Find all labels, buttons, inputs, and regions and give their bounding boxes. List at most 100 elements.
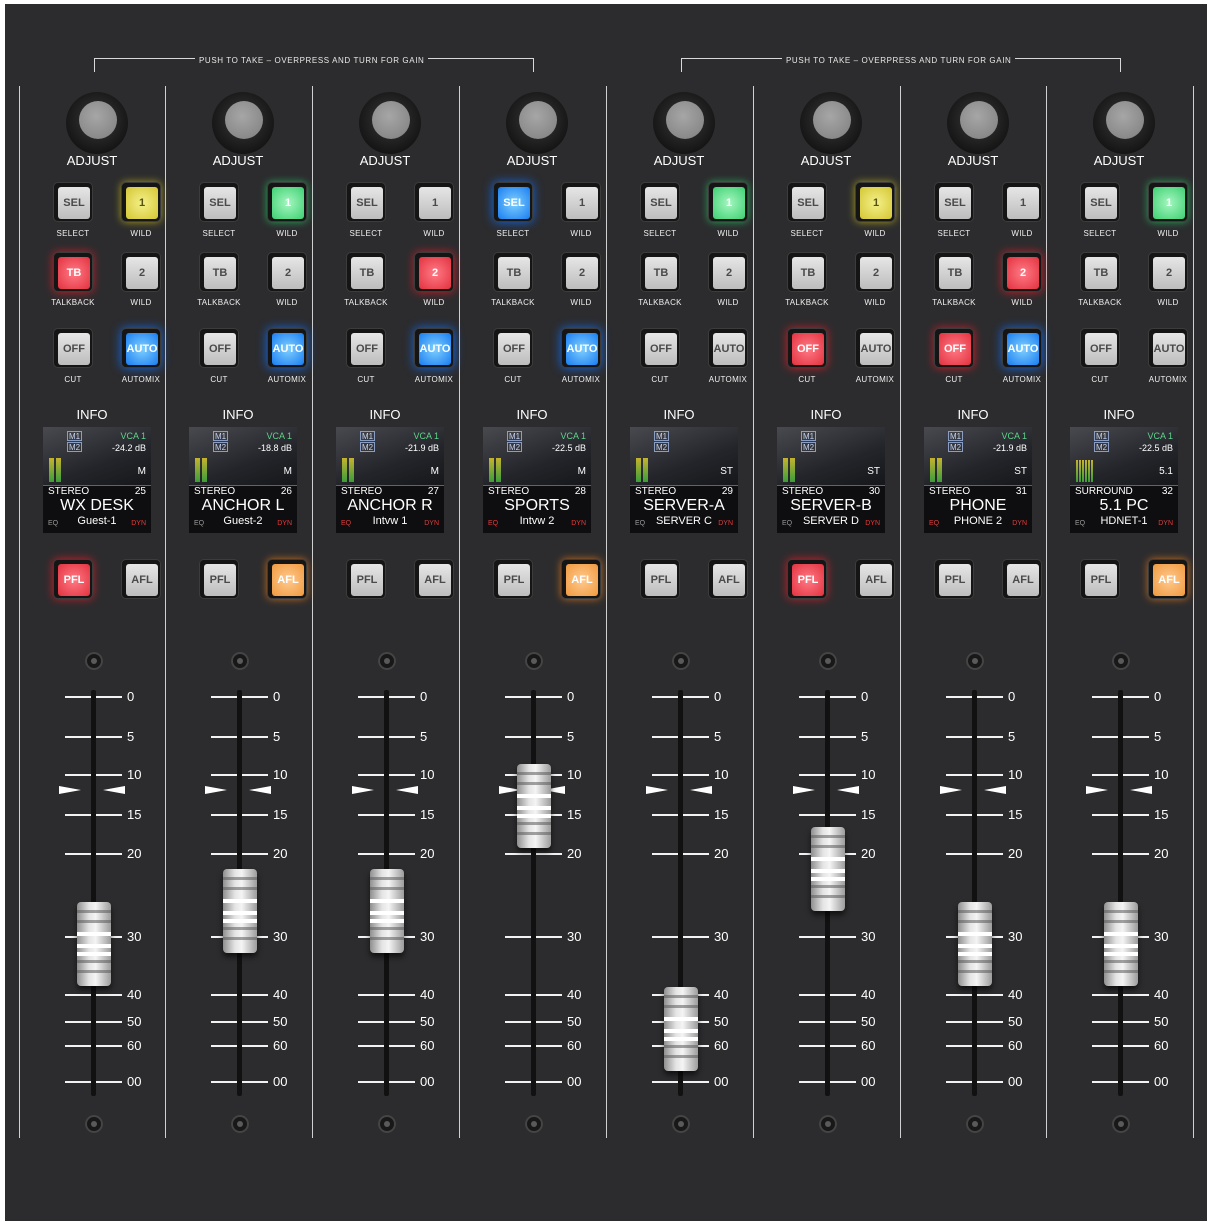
adjust-knob[interactable] bbox=[1093, 92, 1155, 154]
pfl-button[interactable]: PFL bbox=[640, 559, 680, 599]
automix-button[interactable]: AUTO bbox=[1002, 328, 1042, 368]
automix-button[interactable]: AUTO bbox=[121, 328, 161, 368]
cut-caption: CUT bbox=[651, 375, 669, 384]
sel-button[interactable]: SEL bbox=[493, 182, 533, 222]
pfl-button[interactable]: PFL bbox=[199, 559, 239, 599]
fader-knob[interactable] bbox=[811, 827, 845, 911]
pfl-button[interactable]: PFL bbox=[53, 559, 93, 599]
automix-button[interactable]: AUTO bbox=[414, 328, 454, 368]
fader-knob[interactable] bbox=[77, 902, 111, 986]
scale-label: 50 bbox=[127, 1014, 142, 1029]
wild-1-button[interactable]: 1 bbox=[561, 182, 601, 222]
adjust-knob[interactable] bbox=[66, 92, 128, 154]
wild-2-button[interactable]: 2 bbox=[1002, 252, 1042, 292]
talkback-button[interactable]: TB bbox=[346, 252, 386, 292]
talkback-button[interactable]: TB bbox=[1080, 252, 1120, 292]
scale-label: 10 bbox=[567, 767, 582, 782]
fader-ridge bbox=[77, 920, 111, 923]
cut-button[interactable]: OFF bbox=[493, 328, 533, 368]
afl-button[interactable]: AFL bbox=[1002, 559, 1042, 599]
wild-1-button[interactable]: 1 bbox=[1148, 182, 1188, 222]
wild-1-button[interactable]: 1 bbox=[121, 182, 161, 222]
sel-button[interactable]: SEL bbox=[640, 182, 680, 222]
wild-caption: WILD bbox=[423, 298, 445, 307]
top-screw bbox=[966, 652, 984, 670]
wild-caption: WILD bbox=[717, 229, 739, 238]
sel-button[interactable]: SEL bbox=[934, 182, 974, 222]
fader-knob[interactable] bbox=[370, 869, 404, 953]
pfl-button[interactable]: PFL bbox=[346, 559, 386, 599]
wild-1-button[interactable]: 1 bbox=[267, 182, 307, 222]
wild-2-button[interactable]: 2 bbox=[708, 252, 748, 292]
select-caption: SELECT bbox=[496, 229, 530, 238]
scale-label: 10 bbox=[714, 767, 729, 782]
wild-1-button[interactable]: 1 bbox=[708, 182, 748, 222]
automix-button[interactable]: AUTO bbox=[561, 328, 601, 368]
adjust-knob[interactable] bbox=[212, 92, 274, 154]
scale-tick bbox=[830, 774, 856, 776]
wild-2-button[interactable]: 2 bbox=[561, 252, 601, 292]
pfl-button[interactable]: PFL bbox=[934, 559, 974, 599]
automix-button[interactable]: AUTO bbox=[708, 328, 748, 368]
automix-button[interactable]: AUTO bbox=[267, 328, 307, 368]
fader-knob[interactable] bbox=[223, 869, 257, 953]
pfl-button[interactable]: PFL bbox=[787, 559, 827, 599]
adjust-knob[interactable] bbox=[947, 92, 1009, 154]
adjust-knob[interactable] bbox=[359, 92, 421, 154]
automix-button[interactable]: AUTO bbox=[855, 328, 895, 368]
talkback-button[interactable]: TB bbox=[53, 252, 93, 292]
scale-tick bbox=[946, 1021, 972, 1023]
automix-button[interactable]: AUTO bbox=[1148, 328, 1188, 368]
cut-button[interactable]: OFF bbox=[640, 328, 680, 368]
afl-button[interactable]: AFL bbox=[708, 559, 748, 599]
afl-button[interactable]: AFL bbox=[855, 559, 895, 599]
sel-button[interactable]: SEL bbox=[1080, 182, 1120, 222]
wild-2-button[interactable]: 2 bbox=[414, 252, 454, 292]
scale-tick bbox=[96, 774, 122, 776]
wild-2-button-face: 2 bbox=[713, 257, 745, 289]
wild-2-button[interactable]: 2 bbox=[1148, 252, 1188, 292]
wild-2-button[interactable]: 2 bbox=[121, 252, 161, 292]
adjust-knob[interactable] bbox=[653, 92, 715, 154]
talkback-button[interactable]: TB bbox=[787, 252, 827, 292]
cut-button[interactable]: OFF bbox=[53, 328, 93, 368]
scale-label: 50 bbox=[273, 1014, 288, 1029]
cut-button[interactable]: OFF bbox=[1080, 328, 1120, 368]
cut-button[interactable]: OFF bbox=[787, 328, 827, 368]
sel-button[interactable]: SEL bbox=[53, 182, 93, 222]
talkback-button-face: TB bbox=[645, 257, 677, 289]
adjust-knob[interactable] bbox=[506, 92, 568, 154]
sel-button[interactable]: SEL bbox=[787, 182, 827, 222]
fader-knob[interactable] bbox=[1104, 902, 1138, 986]
cut-button[interactable]: OFF bbox=[346, 328, 386, 368]
vca-label: VCA 1 bbox=[560, 431, 586, 441]
pfl-button[interactable]: PFL bbox=[493, 559, 533, 599]
channel-number: 28 bbox=[574, 486, 586, 497]
fader-highlight bbox=[223, 899, 257, 903]
sel-button[interactable]: SEL bbox=[346, 182, 386, 222]
cut-button[interactable]: OFF bbox=[199, 328, 239, 368]
afl-button[interactable]: AFL bbox=[561, 559, 601, 599]
wild-2-button[interactable]: 2 bbox=[855, 252, 895, 292]
afl-button[interactable]: AFL bbox=[1148, 559, 1188, 599]
wild-2-button[interactable]: 2 bbox=[267, 252, 307, 292]
wild-1-button[interactable]: 1 bbox=[414, 182, 454, 222]
wild-1-button[interactable]: 1 bbox=[855, 182, 895, 222]
afl-button[interactable]: AFL bbox=[121, 559, 161, 599]
sel-button[interactable]: SEL bbox=[199, 182, 239, 222]
talkback-button[interactable]: TB bbox=[199, 252, 239, 292]
pfl-button[interactable]: PFL bbox=[1080, 559, 1120, 599]
fader-knob[interactable] bbox=[958, 902, 992, 986]
afl-button[interactable]: AFL bbox=[414, 559, 454, 599]
fader-knob[interactable] bbox=[517, 764, 551, 848]
fader-ridge bbox=[370, 937, 404, 940]
format-label: STEREO bbox=[782, 486, 824, 497]
cut-button[interactable]: OFF bbox=[934, 328, 974, 368]
wild-1-button[interactable]: 1 bbox=[1002, 182, 1042, 222]
afl-button[interactable]: AFL bbox=[267, 559, 307, 599]
fader-knob[interactable] bbox=[664, 987, 698, 1071]
talkback-button[interactable]: TB bbox=[640, 252, 680, 292]
talkback-button[interactable]: TB bbox=[934, 252, 974, 292]
talkback-button[interactable]: TB bbox=[493, 252, 533, 292]
adjust-knob[interactable] bbox=[800, 92, 862, 154]
